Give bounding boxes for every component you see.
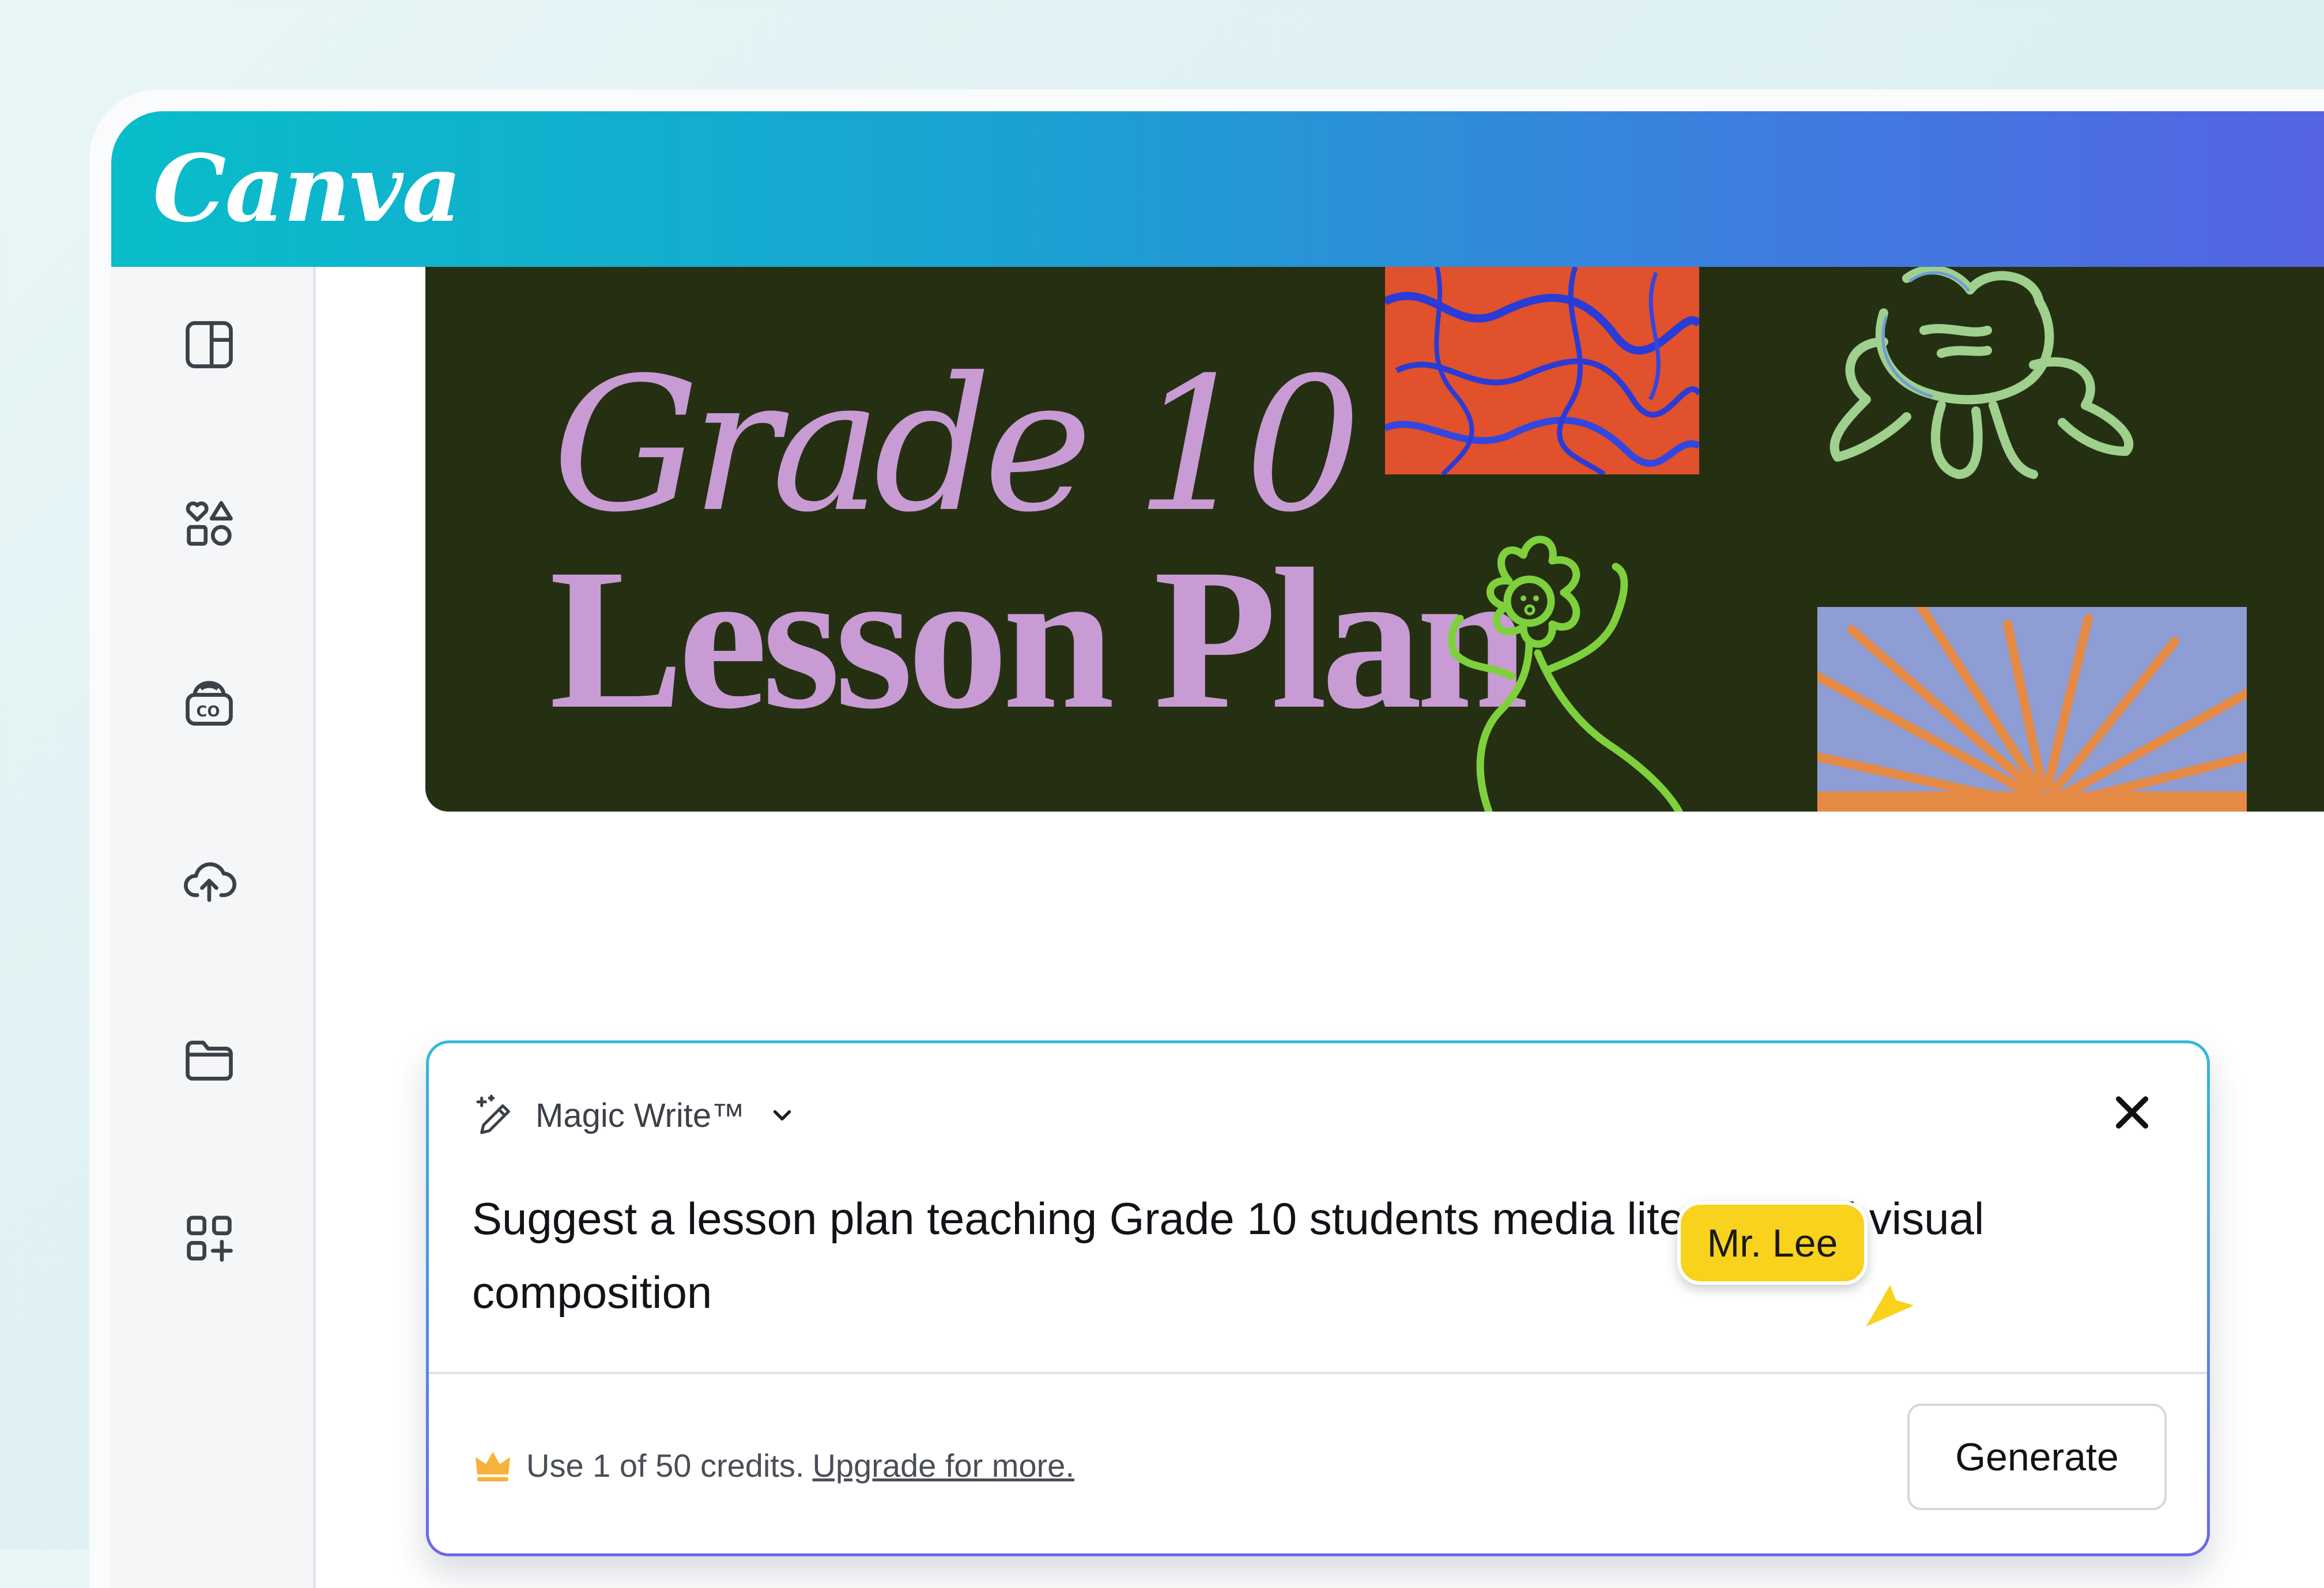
frog-drawing (1829, 267, 2134, 479)
collaborator-name-tag: Mr. Lee (1677, 1201, 1867, 1285)
lesson-plan-banner[interactable]: Grade 10 Lesson Plan (425, 267, 2324, 812)
magic-write-header[interactable]: Magic Write™ (472, 1084, 797, 1147)
magic-write-title: Magic Write™ (535, 1096, 745, 1134)
chevron-down-icon[interactable] (768, 1101, 797, 1130)
magic-write-panel: Magic Write™ Suggest a lesson plan teach… (426, 1040, 2210, 1556)
elements-shapes-icon[interactable] (180, 495, 238, 552)
generate-button[interactable]: Generate (1907, 1404, 2167, 1510)
magic-pen-icon (476, 1095, 510, 1134)
collaborator-cursor-icon (1858, 1277, 1923, 1334)
editor-frame: Canva CO Grade 10 Lesson Plan Magic Writ… (111, 111, 2324, 1588)
credits-info: Use 1 of 50 credits. Upgrade for more. (472, 1447, 1074, 1484)
sunburst-artwork (1817, 607, 2247, 812)
upgrade-link[interactable]: Upgrade for more. (812, 1447, 1074, 1484)
orange-texture-artwork (1385, 267, 1699, 474)
app-window: Canva CO Grade 10 Lesson Plan Magic Writ… (89, 89, 2324, 1588)
close-icon[interactable] (2109, 1089, 2155, 1136)
layout-panel-icon[interactable] (180, 316, 238, 374)
brand-kit-icon[interactable]: CO (180, 673, 238, 731)
sidebar: CO (111, 267, 316, 1588)
banner-title-grade: Grade 10 (552, 338, 1361, 553)
upload-cloud-icon[interactable] (180, 852, 238, 910)
canva-logo[interactable]: Canva (153, 134, 462, 243)
top-bar: Canva (111, 111, 2324, 267)
design-canvas[interactable]: Grade 10 Lesson Plan Magic Write™ Sugges… (316, 267, 2324, 1588)
flower-drawing (1448, 535, 1683, 812)
svg-text:CO: CO (197, 703, 220, 721)
credits-text: Use 1 of 50 credits. (526, 1447, 805, 1484)
crown-icon (476, 1451, 510, 1481)
apps-add-icon[interactable] (180, 1209, 238, 1267)
folder-icon[interactable] (180, 1031, 238, 1088)
panel-divider (429, 1372, 2207, 1374)
banner-title-lesson-plan: Lesson Plan (549, 527, 1529, 750)
